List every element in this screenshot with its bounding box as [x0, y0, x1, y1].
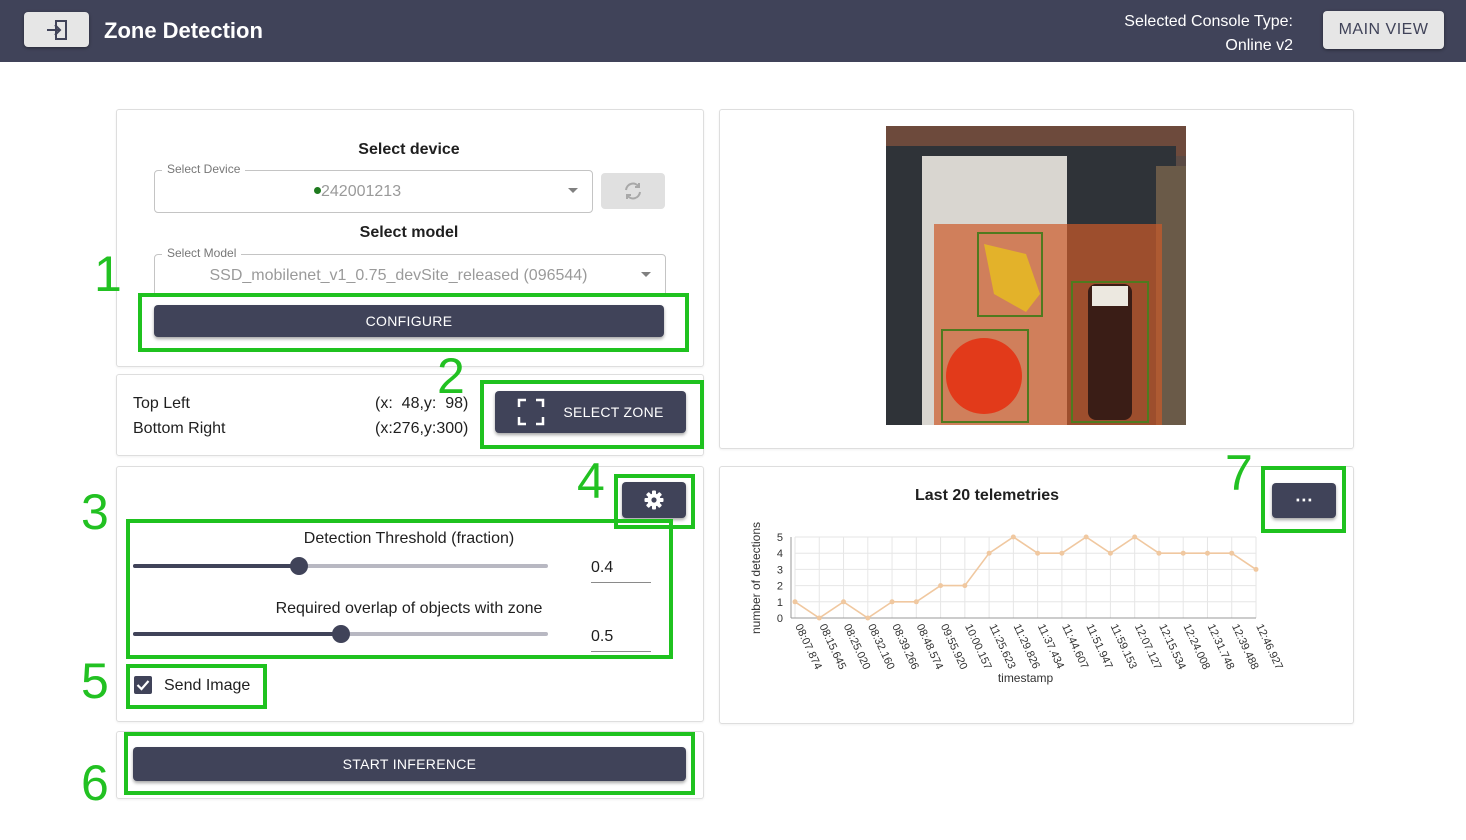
image-apple — [946, 338, 1022, 414]
chevron-down-icon — [641, 272, 651, 277]
y-axis-label: number of detections — [749, 522, 763, 634]
annotation-number-5: 5 — [81, 653, 109, 709]
chart-title: Last 20 telemetries — [915, 487, 1060, 504]
data-point — [913, 599, 919, 605]
annotation-number-7: 7 — [1225, 445, 1253, 501]
data-point — [841, 599, 847, 605]
data-point — [1059, 550, 1065, 556]
back-button[interactable] — [24, 12, 89, 47]
data-point — [1253, 566, 1259, 572]
image-bottle-cap — [1092, 286, 1128, 306]
data-point — [962, 583, 968, 589]
y-tick-label: 2 — [777, 581, 783, 593]
main-view-button[interactable]: MAIN VIEW — [1323, 11, 1444, 49]
data-point — [792, 599, 798, 605]
y-tick-label: 4 — [777, 548, 783, 560]
data-point — [1132, 534, 1138, 540]
top-left-label: Top Left — [133, 395, 190, 412]
annotation-number-4: 4 — [577, 453, 605, 509]
y-tick-label: 0 — [777, 613, 783, 625]
refresh-devices-button[interactable] — [601, 173, 665, 209]
data-point — [938, 583, 944, 589]
y-tick-label: 5 — [777, 532, 783, 544]
data-point — [1083, 534, 1089, 540]
model-select-label: Select Model — [162, 246, 242, 260]
data-point — [986, 550, 992, 556]
annotation-box-7 — [1261, 466, 1346, 533]
annotation-box-6 — [124, 732, 695, 795]
x-axis-label: timestamp — [998, 671, 1054, 685]
data-point — [1107, 550, 1113, 556]
device-id: 242001213 — [321, 183, 402, 200]
page-title: Zone Detection — [104, 18, 263, 43]
console-type-info: Selected Console Type: Online v2 — [1124, 10, 1293, 58]
data-point — [1204, 550, 1210, 556]
device-status-dot — [314, 187, 321, 194]
select-model-title: Select model — [359, 224, 459, 241]
annotation-box-1 — [138, 293, 689, 352]
data-point — [889, 599, 895, 605]
bottom-right-value: (x:276,y:300) — [375, 420, 469, 437]
telemetry-chart: 01234508:07.87408:15.64508:25.02008:32.1… — [749, 522, 1285, 685]
y-tick-label: 1 — [777, 597, 783, 609]
select-device-title: Select device — [358, 141, 460, 158]
device-select-value: 242001213 — [314, 183, 401, 201]
data-point — [1229, 550, 1235, 556]
annotation-number-1: 1 — [94, 246, 122, 302]
device-select-label: Select Device — [162, 162, 246, 176]
data-point — [816, 615, 822, 621]
exit-icon — [46, 19, 67, 40]
annotation-box-3 — [126, 519, 673, 659]
annotation-box-2 — [480, 380, 704, 449]
y-tick-label: 3 — [777, 564, 783, 576]
series-line — [794, 536, 1257, 619]
data-point — [1156, 550, 1162, 556]
data-point — [1180, 550, 1186, 556]
bottom-right-label: Bottom Right — [133, 420, 226, 437]
annotation-number-3: 3 — [81, 484, 109, 540]
data-point — [865, 615, 871, 621]
annotation-number-2: 2 — [437, 348, 465, 404]
console-type-label: Selected Console Type: — [1124, 13, 1293, 30]
annotation-number-6: 6 — [81, 755, 109, 811]
console-type-value: Online v2 — [1225, 37, 1293, 54]
model-select-value: SSD_mobilenet_v1_0.75_devSite_released (… — [209, 267, 588, 284]
data-point — [1010, 534, 1016, 540]
chevron-down-icon — [568, 188, 578, 193]
data-point — [1035, 550, 1041, 556]
refresh-icon — [625, 182, 641, 200]
annotation-box-4 — [614, 474, 695, 529]
camera-image — [886, 126, 1186, 425]
annotation-box-5 — [126, 664, 267, 709]
